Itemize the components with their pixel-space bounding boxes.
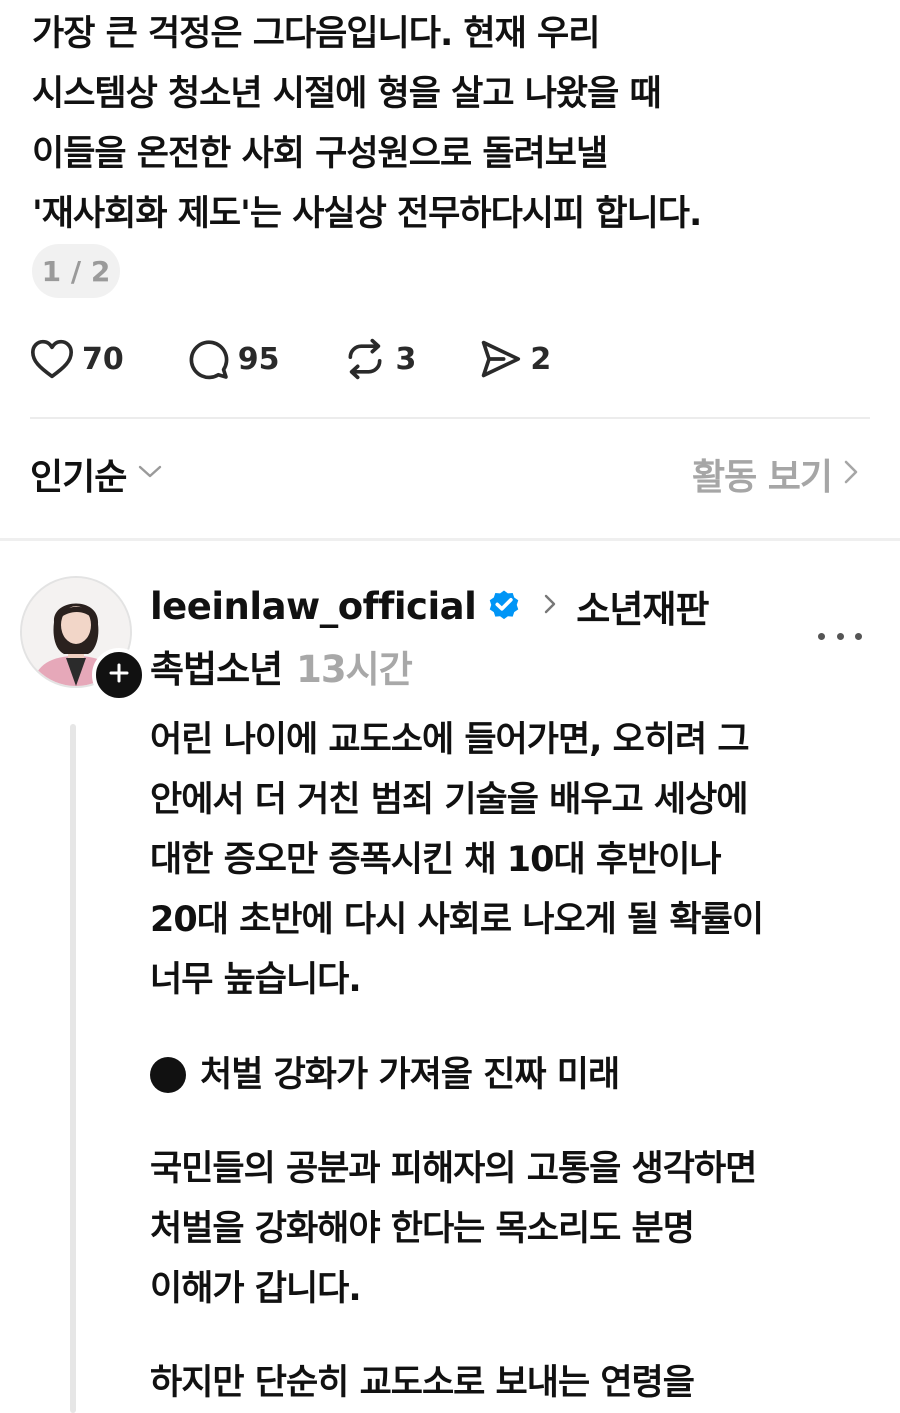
chevron-down-icon <box>126 462 164 486</box>
more-options-button[interactable] <box>818 618 862 654</box>
repost-icon <box>342 337 388 381</box>
bullet-icon <box>150 1057 186 1093</box>
send-icon <box>478 338 522 380</box>
topic-tag-secondary[interactable]: 촉법소년 <box>150 639 283 693</box>
text-line: 안에서 더 거친 범죄 기술을 배우고 세상에 <box>150 780 749 820</box>
sort-dropdown[interactable]: 인기순 <box>30 448 164 500</box>
username-link[interactable]: leeinlaw_official <box>150 585 477 628</box>
section-heading: 처벌 강화가 가져올 진짜 미래 <box>150 1045 880 1105</box>
text-line: 너무 높습니다. <box>150 960 362 1000</box>
post-line: '재사회화 제도'는 사실상 전무하다시피 합니다. <box>32 194 702 234</box>
action-bar: 70 95 3 2 <box>30 330 613 388</box>
reply-count: 95 <box>237 341 280 377</box>
section-heading-text: 처벌 강화가 가져올 진짜 미래 <box>200 1055 620 1095</box>
text-line: 하지만 단순히 교도소로 보내는 연령을 <box>150 1363 695 1403</box>
reply-paragraph: 하지만 단순히 교도소로 보내는 연령을 <box>150 1353 880 1413</box>
text-line: 대한 증오만 증폭시킨 채 10대 후반이나 <box>150 840 722 880</box>
post-line: 가장 큰 걱정은 그다음입니다. 현재 우리 <box>32 14 600 54</box>
sort-row: 인기순 활동 보기 <box>30 448 860 508</box>
reply-button[interactable]: 95 <box>186 337 280 381</box>
follow-button[interactable] <box>92 648 146 702</box>
view-activity-label: 활동 보기 <box>691 457 833 498</box>
more-dot <box>855 632 862 640</box>
repost-button[interactable]: 3 <box>342 337 417 381</box>
more-dot <box>836 632 844 640</box>
text-line: 국민들의 공분과 피해자의 고통을 생각하면 <box>150 1149 757 1189</box>
like-count: 70 <box>82 341 124 377</box>
heart-icon <box>30 338 74 380</box>
more-dot <box>818 632 825 640</box>
reply-paragraph: 국민들의 공분과 피해자의 고통을 생각하면 처벌을 강화해야 한다는 목소리도… <box>150 1139 880 1319</box>
share-count: 2 <box>530 341 552 377</box>
post-line: 이들을 온전한 사회 구성원으로 돌려보낼 <box>32 134 608 174</box>
repost-count: 3 <box>395 341 417 377</box>
verified-badge-icon <box>486 586 522 626</box>
like-button[interactable]: 70 <box>30 338 124 380</box>
post-text: 가장 큰 걱정은 그다음입니다. 현재 우리 시스템상 청소년 시절에 형을 살… <box>32 4 882 244</box>
share-button[interactable]: 2 <box>478 338 551 380</box>
sort-label: 인기순 <box>30 457 127 498</box>
text-line: 처벌을 강화해야 한다는 목소리도 분명 <box>150 1209 695 1249</box>
timestamp: 13시간 <box>296 648 413 691</box>
reply-body: 어린 나이에 교도소에 들어가면, 오히려 그 안에서 더 거친 범죄 기술을 … <box>150 710 880 1413</box>
page-indicator: 1 / 2 <box>32 244 120 298</box>
plus-icon <box>108 662 130 688</box>
view-activity-link[interactable]: 활동 보기 <box>692 448 860 500</box>
topic-tag[interactable]: 소년재판 <box>576 579 709 633</box>
avatar-container <box>20 576 146 702</box>
divider <box>30 417 870 419</box>
section-divider <box>0 538 900 541</box>
thread-line <box>70 724 76 1413</box>
reply-paragraph: 어린 나이에 교도소에 들어가면, 오히려 그 안에서 더 거친 범죄 기술을 … <box>150 710 880 1010</box>
chevron-right-icon <box>832 457 860 491</box>
text-line: 20대 초반에 다시 사회로 나오게 될 확률이 <box>150 900 764 940</box>
text-line: 어린 나이에 교도소에 들어가면, 오히려 그 <box>150 720 750 760</box>
reply-header: leeinlaw_official 소년재판 촉법소년 13시간 <box>150 576 870 696</box>
chevron-right-icon <box>542 591 558 621</box>
post-line: 시스템상 청소년 시절에 형을 살고 나왔을 때 <box>32 74 662 114</box>
text-line: 이해가 갑니다. <box>150 1269 362 1309</box>
comment-icon <box>186 337 230 381</box>
